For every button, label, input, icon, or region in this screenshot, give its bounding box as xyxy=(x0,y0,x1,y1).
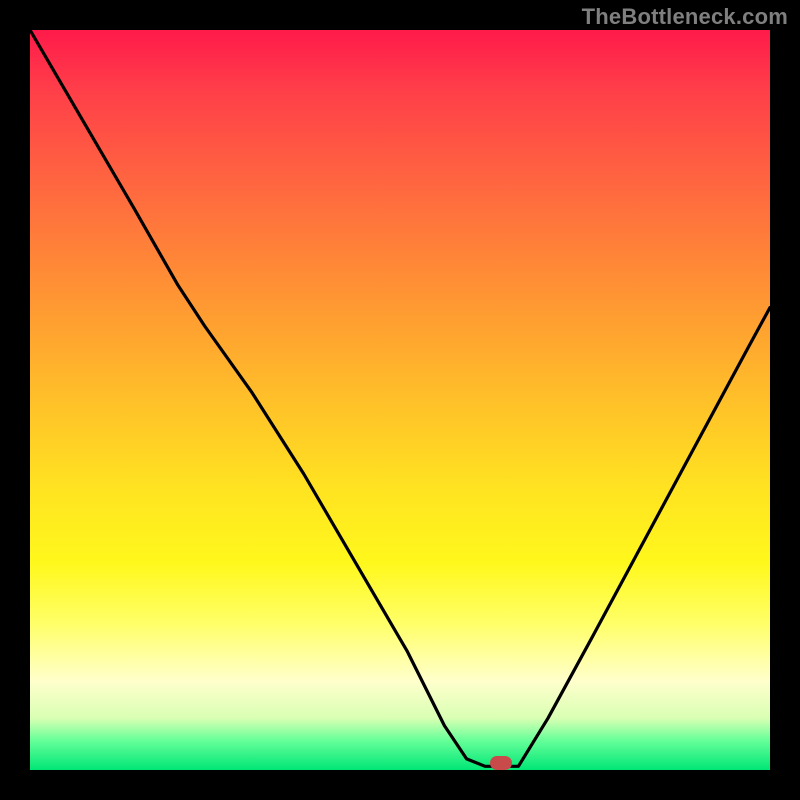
optimal-point-marker xyxy=(490,756,512,770)
chart-frame: TheBottleneck.com xyxy=(0,0,800,800)
watermark-text: TheBottleneck.com xyxy=(582,4,788,30)
curve-svg xyxy=(30,30,770,770)
bottleneck-curve xyxy=(30,30,770,766)
